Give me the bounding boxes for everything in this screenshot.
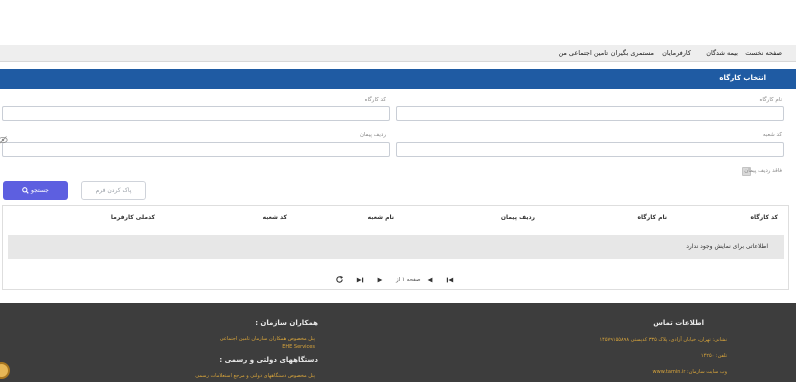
- partners-line-2[interactable]: EHE Services: [282, 344, 315, 350]
- empty-message: اطلاعاتی برای نمایش وجود ندارد: [686, 243, 768, 250]
- partners-line-1[interactable]: پنل مخصوص همکاران سازمان تامین اجتماعی: [220, 336, 315, 342]
- search-button[interactable]: جستجو: [3, 181, 68, 200]
- workshop-name-label: نام کارگاه: [759, 97, 783, 103]
- contract-row-input[interactable]: [2, 142, 390, 157]
- contact-phone: تلفن: ۱۴۲۵۰: [700, 353, 727, 359]
- top-blank-area: [0, 0, 796, 45]
- nav-my-social-security[interactable]: تامین اجتماعی من: [558, 49, 608, 57]
- col-branch-name[interactable]: نام شعبه: [368, 214, 394, 221]
- government-title: دستگاههای دولتی و رسمی :: [219, 356, 318, 364]
- col-contract-row[interactable]: ردیف پیمان: [501, 214, 535, 221]
- no-contract-row-label: فاقد ردیف پیمان: [744, 168, 782, 174]
- organization-logo: [0, 362, 10, 379]
- government-line-1[interactable]: پنل مخصوص دستگاههای دولتی و مرجع استعلام…: [195, 373, 315, 379]
- col-employer-national-id[interactable]: کدملی کارفرما: [111, 214, 155, 221]
- col-workshop-code[interactable]: کد کارگاه: [750, 214, 778, 221]
- col-workshop-name[interactable]: نام کارگاه: [638, 214, 667, 221]
- results-table: کد کارگاه نام کارگاه ردیف پیمان نام شعبه…: [2, 205, 789, 290]
- branch-code-input[interactable]: [396, 142, 784, 157]
- clear-form-label: پاک کردن فرم: [95, 187, 132, 194]
- card-title: انتخاب کارگاه: [719, 74, 766, 82]
- previous-page-icon[interactable]: [426, 276, 434, 284]
- contact-address: نشانی: تهران، خیابان آزادی، پلاک ۳۳۵ کدپ…: [599, 337, 727, 343]
- search-icon: [22, 187, 29, 194]
- pager-text: صفحه ۱ از: [396, 277, 421, 283]
- refresh-icon[interactable]: [335, 275, 344, 284]
- next-page-icon[interactable]: [376, 276, 384, 284]
- workshop-name-input[interactable]: [396, 106, 784, 121]
- workshop-code-label: کد کارگاه: [364, 97, 386, 103]
- main-nav: صفحه نخست بیمه شدگان کارفرمایان مستمری ب…: [0, 45, 796, 62]
- first-page-icon[interactable]: [446, 276, 454, 284]
- col-branch-code[interactable]: کد شعبه: [263, 214, 287, 221]
- nav-employers[interactable]: کارفرمایان: [662, 49, 691, 57]
- contract-row-label: ردیف پیمان: [359, 132, 386, 138]
- card-header: انتخاب کارگاه: [0, 69, 796, 89]
- search-label: جستجو: [31, 187, 49, 194]
- contact-website[interactable]: وب سایت سازمان: www.tamin.ir: [653, 369, 727, 375]
- contact-title: اطلاعات تماس: [653, 319, 704, 327]
- clear-form-button[interactable]: پاک کردن فرم: [81, 181, 146, 200]
- empty-row: اطلاعاتی برای نمایش وجود ندارد: [8, 235, 784, 259]
- last-page-icon[interactable]: [356, 276, 364, 284]
- partners-title: همکاران سازمان :: [255, 319, 318, 327]
- branch-code-label: کد شعبه: [762, 132, 782, 138]
- footer: اطلاعات تماس نشانی: تهران، خیابان آزادی،…: [0, 303, 796, 382]
- nav-insured[interactable]: بیمه شدگان: [706, 49, 738, 57]
- nav-home[interactable]: صفحه نخست: [745, 49, 782, 57]
- workshop-code-input[interactable]: [2, 106, 390, 121]
- nav-pensioners[interactable]: مستمری بگیران: [611, 49, 654, 57]
- eye-icon[interactable]: [0, 135, 8, 145]
